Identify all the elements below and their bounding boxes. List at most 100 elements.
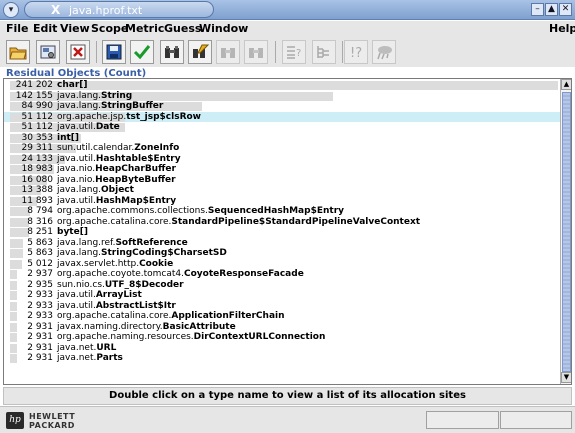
binoculars-disabled-icon[interactable] [216,40,240,64]
menu-scope[interactable]: Scope [91,22,128,35]
class-name[interactable]: BasicAttribute [163,322,236,332]
class-name[interactable]: CoyoteResponseFacade [184,269,304,279]
list-item[interactable]: 5 863 java.lang.ref.SoftReference [4,238,560,249]
save-icon[interactable] [102,40,126,64]
class-name[interactable]: Cookie [139,259,173,269]
list-item[interactable]: 18 983 java.nio.HeapCharBuffer [4,164,560,175]
class-name[interactable]: SequencedHashMap$Entry [208,206,344,216]
maximize-button[interactable]: ▲ [545,3,558,16]
window-menu-icon[interactable]: ▾ [3,2,19,18]
list-item[interactable]: 11 893 java.util.HashMap$Entry [4,196,560,207]
class-name[interactable]: StringBuffer [101,101,163,111]
sort-list-icon[interactable]: ? [282,40,306,64]
class-name[interactable]: HeapCharBuffer [95,164,176,174]
list-item[interactable]: 241 202 char[] [4,80,560,91]
package-name: javax.naming.directory. [57,321,163,332]
class-name[interactable]: byte[] [57,227,88,237]
list-item[interactable]: 2 933 org.apache.catalina.core.Applicatio… [4,311,560,322]
binoculars-icon[interactable] [160,40,184,64]
scroll-down-arrow[interactable]: ▼ [561,372,571,383]
list-item[interactable]: 8 251 byte[] [4,227,560,238]
class-name[interactable]: int[] [57,133,79,143]
menu-file[interactable]: File [6,22,29,35]
menu-guess[interactable]: Guess [164,22,201,35]
class-name[interactable]: HashMap$Entry [96,196,176,206]
menu-window[interactable]: Window [199,22,248,35]
list-item-text: 18 983 java.nio.HeapCharBuffer [13,164,176,175]
class-name[interactable]: String [101,91,132,101]
class-name[interactable]: Parts [96,353,123,363]
list-item[interactable]: 2 931 java.net.URL [4,343,560,354]
package-name: sun.nio.cs. [57,279,105,290]
class-name[interactable]: ArrayList [96,290,142,300]
menu-edit[interactable]: Edit [33,22,57,35]
window-title-tab: X java.hprof.txt [24,1,214,18]
scroll-thumb[interactable] [562,92,571,372]
list-item-text: 2 931 org.apache.naming.resources.DirCont… [13,332,325,343]
list-item[interactable]: 2 933 java.util.AbstractList$Itr [4,301,560,312]
settings-icon[interactable] [36,40,60,64]
binoculars-pencil-icon[interactable] [188,40,212,64]
list-item[interactable]: 5 012 javax.servlet.http.Cookie [4,259,560,270]
binoculars-disabled-icon[interactable] [244,40,268,64]
list-item[interactable]: 8 794 org.apache.commons.collections.Sequ… [4,206,560,217]
class-name[interactable]: ApplicationFilterChain [171,311,284,321]
list-item-text: 51 112 org.apache.jsp.tst_jsp$clsRow [13,112,202,123]
class-name[interactable]: SoftReference [115,238,187,248]
class-name[interactable]: Object [101,185,134,195]
object-count: 5 012 [27,258,53,269]
class-name[interactable]: URL [96,343,116,353]
close-button[interactable]: ✕ [559,3,572,16]
package-name: java.lang.ref. [57,237,116,248]
list-item[interactable]: 51 112 org.apache.jsp.tst_jsp$clsRow [4,111,560,123]
gc-icon[interactable] [372,40,396,64]
list-item[interactable]: 142 155 java.lang.String [4,91,560,102]
class-name[interactable]: Date [96,122,120,132]
minimize-button[interactable]: – [531,3,544,16]
list-item[interactable]: 84 990 java.lang.StringBuffer [4,101,560,112]
class-name[interactable]: DirContextURLConnection [194,332,326,342]
scroll-up-arrow[interactable]: ▲ [561,79,571,90]
class-name[interactable]: HeapByteBuffer [95,175,175,185]
class-name[interactable]: StringCoding$CharsetSD [101,248,227,258]
list-item[interactable]: 30 353 int[] [4,133,560,144]
class-name[interactable]: Hashtable$Entry [96,154,181,164]
toolbar-separator [342,41,343,63]
class-name[interactable]: AbstractList$Itr [96,301,176,311]
list-item[interactable]: 16 080 java.nio.HeapByteBuffer [4,175,560,186]
vertical-scrollbar[interactable]: ▲ ▼ [560,79,571,384]
list-item[interactable]: 24 133 java.util.Hashtable$Entry [4,154,560,165]
residual-objects-list[interactable]: 241 202 char[] 142 155 java.lang.String 84 9… [3,78,572,385]
list-item[interactable]: 51 112 java.util.Date [4,122,560,133]
menu-metric[interactable]: Metric [125,22,164,35]
check-icon[interactable] [130,40,154,64]
list-item[interactable]: 2 935 sun.nio.cs.UTF_8$Decoder [4,280,560,291]
list-item[interactable]: 2 931 javax.naming.directory.BasicAttribu… [4,322,560,333]
list-item[interactable]: 2 931 java.net.Parts [4,353,560,364]
package-name: java.util. [57,195,96,206]
title-bar[interactable]: ▾ X java.hprof.txt – ▲ ✕ [0,0,575,20]
object-count: 2 931 [27,353,53,363]
tree-icon[interactable] [312,40,336,64]
object-count: 2 935 [27,279,53,290]
list-item[interactable]: 29 311 sun.util.calendar.ZoneInfo [4,143,560,154]
open-folder-icon[interactable] [6,40,30,64]
menu-view[interactable]: View [60,22,90,35]
menu-help[interactable]: Help [549,22,575,35]
list-item[interactable]: 5 863 java.lang.StringCoding$CharsetSD [4,248,560,259]
list-item[interactable]: 2 931 org.apache.naming.resources.DirCont… [4,332,560,343]
class-name[interactable]: UTF_8$Decoder [105,280,184,290]
class-name[interactable]: tst_jsp$clsRow [126,112,201,122]
list-item[interactable]: 8 316 org.apache.catalina.core.StandardPi… [4,217,560,228]
package-name: org.apache.coyote.tomcat4. [57,269,185,279]
help-icon[interactable]: !? [344,40,368,64]
list-item[interactable]: 2 933 java.util.ArrayList [4,290,560,301]
status-field-1 [426,411,499,429]
list-item[interactable]: 2 937 org.apache.coyote.tomcat4.CoyoteRes… [4,269,560,280]
class-name[interactable]: char[] [57,80,87,90]
object-count: 5 863 [27,237,53,248]
class-name[interactable]: ZoneInfo [134,143,179,153]
list-item[interactable]: 13 388 java.lang.Object [4,185,560,196]
stop-icon[interactable] [66,40,90,64]
class-name[interactable]: StandardPipeline$StandardPipelineValveCo… [171,217,420,227]
